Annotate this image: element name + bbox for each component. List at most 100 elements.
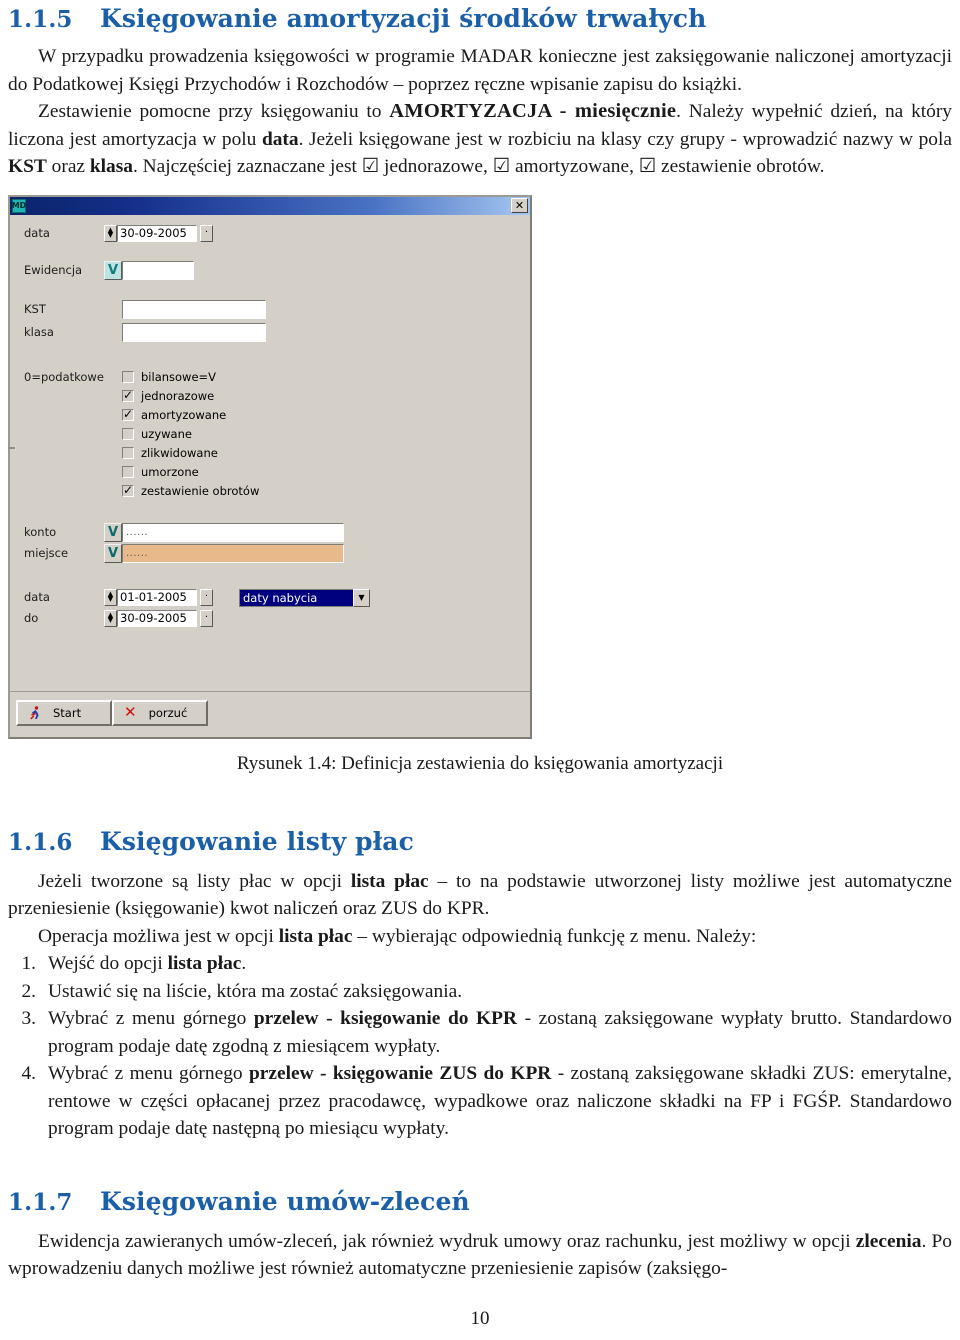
term-lista-plac: lista płac xyxy=(278,925,353,947)
figure-caption: Rysunek 1.4: Definicja zestawienia do ks… xyxy=(236,752,724,774)
term-kst: KST xyxy=(8,156,47,177)
spinner-down-icon[interactable]: ▼ xyxy=(108,232,113,239)
paragraph-117-1: Ewidencja zawieranych umów-zleceń, jak r… xyxy=(8,1228,952,1283)
date-from-input[interactable]: 01-01-2005 xyxy=(117,588,197,606)
checkbox-row[interactable]: amortyzowane xyxy=(122,406,259,425)
term-zlecenia: zlecenia xyxy=(855,1230,922,1252)
checkbox-label: bilansowe=V xyxy=(141,370,217,384)
checkbox-checked-icon[interactable] xyxy=(122,388,134,402)
miejsce-control[interactable]: V ...... xyxy=(104,543,344,563)
spinner-down-icon[interactable]: ▼ xyxy=(108,596,113,603)
date-to-control[interactable]: ▲ ▼ 30-09-2005 · xyxy=(104,609,213,627)
spinner-icon[interactable]: ▲ ▼ xyxy=(104,609,117,627)
ewidencja-control[interactable]: V xyxy=(104,260,194,280)
amortyzacja-dialog: MD ✕ data ▲ ▼ 30-09-2005 · Ewidencja V K… xyxy=(8,194,532,739)
heading-number: 1.1.5 xyxy=(8,6,73,33)
dialog-titlebar[interactable]: MD ✕ xyxy=(10,196,530,215)
close-icon[interactable]: ✕ xyxy=(511,198,528,213)
ewidencja-input[interactable] xyxy=(122,260,194,280)
procedure-steps: 1. Wejść do opcji lista płac. 2. Ustawić si… xyxy=(8,950,952,1143)
checkbox-label: umorzone xyxy=(141,465,199,479)
step-text-pre: Wybrać z menu górnego xyxy=(48,1063,249,1084)
kst-input[interactable] xyxy=(122,299,266,319)
checkbox-row[interactable]: zlikwidowane xyxy=(122,444,259,463)
checkbox-label: uzywane xyxy=(141,427,192,441)
paragraph-text: Operacja możliwa jest w opcji xyxy=(38,925,279,947)
checkbox-row[interactable]: bilansowe=V xyxy=(122,368,259,387)
date-top-input[interactable]: 30-09-2005 xyxy=(117,224,197,242)
checkbox-label: jednorazowe xyxy=(141,389,215,403)
heading-1-1-6: 1.1.6 Księgowanie listy płac xyxy=(8,827,952,856)
dialog-body: data ▲ ▼ 30-09-2005 · Ewidencja V KST kl… xyxy=(10,215,530,737)
checkbox-unchecked-icon[interactable] xyxy=(122,466,134,478)
start-button[interactable]: Start xyxy=(16,699,112,726)
spinner-icon[interactable]: ▲ ▼ xyxy=(104,224,117,242)
date-from-control[interactable]: ▲ ▼ 01-01-2005 · xyxy=(104,588,213,606)
paragraph-text: . Najczęściej zaznaczane jest ☑ jednoraz… xyxy=(132,156,825,177)
checkbox-unchecked-icon[interactable] xyxy=(122,447,134,459)
konto-control[interactable]: V ...... xyxy=(104,522,344,542)
step-text-pre: Wejść do opcji xyxy=(48,953,168,974)
calendar-picker-icon[interactable]: · xyxy=(200,224,213,242)
paragraph-116-2: Operacja możliwa jest w opcji lista płac… xyxy=(8,923,952,951)
chevron-down-icon[interactable]: ▼ xyxy=(353,588,370,607)
term-data: data xyxy=(261,128,299,150)
konto-input[interactable]: ...... xyxy=(122,522,344,542)
date-type-dropdown[interactable]: daty nabycia ▼ xyxy=(239,588,370,607)
spinner-down-icon[interactable]: ▼ xyxy=(108,617,113,624)
close-x-icon: ✕ xyxy=(124,703,137,721)
step-text: Wybrać z menu górnego przelew - księgowa… xyxy=(48,1005,952,1060)
spinner-icon[interactable]: ▲ ▼ xyxy=(104,588,117,606)
paragraph-text: – wybierając odpowiednią funkcję z menu.… xyxy=(352,925,757,947)
procedure-step: 2. Ustawić się na liście, która ma zostać… xyxy=(8,978,952,1006)
field-row-kst: KST xyxy=(24,299,530,319)
label-0-podatkowe: 0=podatkowe xyxy=(24,369,104,384)
checkbox-label: zlikwidowane xyxy=(141,446,218,460)
heading-title: Księgowanie amortyzacji środków trwałych xyxy=(100,4,707,33)
paragraph-text: oraz xyxy=(46,156,90,177)
field-row-konto: konto V ...... xyxy=(24,522,530,542)
label-kst: KST xyxy=(24,302,46,316)
date-range-group: data ▲ ▼ 01-01-2005 · do ▲ ▼ 30-09-2005 … xyxy=(24,588,530,627)
konto-lookup-icon[interactable]: V xyxy=(104,522,122,542)
paragraph-116-1: Jeżeli tworzone są listy płac w opcji li… xyxy=(8,868,952,923)
checkbox-checked-icon[interactable] xyxy=(122,483,134,497)
checkbox-row[interactable]: uzywane xyxy=(122,425,259,444)
step-term: przelew - księgowanie do KPR xyxy=(253,1008,517,1029)
step-text-pre: Ustawić się na liście, która ma zostać z… xyxy=(48,980,463,1002)
step-number: 3. xyxy=(21,1008,36,1029)
date-to-input[interactable]: 30-09-2005 xyxy=(117,609,197,627)
start-button-label: Start xyxy=(53,705,82,720)
date-type-selected-value[interactable]: daty nabycia xyxy=(239,588,353,607)
heading-1-1-7: 1.1.7 Księgowanie umów-zleceń xyxy=(8,1187,952,1216)
calendar-picker-icon[interactable]: · xyxy=(200,588,213,606)
term-lista-plac: lista płac xyxy=(350,870,429,892)
miejsce-lookup-icon[interactable]: V xyxy=(104,543,122,563)
checkbox-checked-icon[interactable] xyxy=(122,407,134,421)
checkbox-row[interactable]: jednorazowe xyxy=(122,387,259,406)
label-data-from: data xyxy=(24,590,50,604)
figure-1-4: MD ✕ data ▲ ▼ 30-09-2005 · Ewidencja V K… xyxy=(8,194,952,775)
cancel-button[interactable]: ✕ porzuć xyxy=(112,699,208,726)
field-row-data-top: data ▲ ▼ 30-09-2005 · xyxy=(24,224,530,242)
label-konto: konto xyxy=(24,525,57,539)
checkbox-row[interactable]: umorzone xyxy=(122,463,259,482)
checkbox-row[interactable]: zestawienie obrotów xyxy=(122,482,259,501)
checkbox-unchecked-icon[interactable] xyxy=(122,371,134,383)
procedure-step: 1. Wejść do opcji lista płac. xyxy=(8,950,952,978)
klasa-input[interactable] xyxy=(122,322,266,342)
heading-number: 1.1.6 xyxy=(8,828,73,856)
miejsce-input[interactable]: ...... xyxy=(122,543,344,563)
date-top-control[interactable]: ▲ ▼ 30-09-2005 · xyxy=(104,224,213,242)
paragraph-text: W przypadku prowadzenia księgowości w pr… xyxy=(8,46,952,95)
heading-number: 1.1.7 xyxy=(8,1188,73,1216)
step-number: 4. xyxy=(21,1063,36,1084)
ewidencja-lookup-icon[interactable]: V xyxy=(104,260,122,280)
field-row-data-from: data ▲ ▼ 01-01-2005 · xyxy=(24,588,213,606)
calendar-picker-icon[interactable]: · xyxy=(200,609,213,627)
field-row-klasa: klasa xyxy=(24,322,530,342)
checkbox-label: amortyzowane xyxy=(141,408,227,422)
step-term: lista płac xyxy=(167,953,242,974)
checkbox-unchecked-icon[interactable] xyxy=(122,428,134,440)
runner-icon xyxy=(30,705,39,719)
